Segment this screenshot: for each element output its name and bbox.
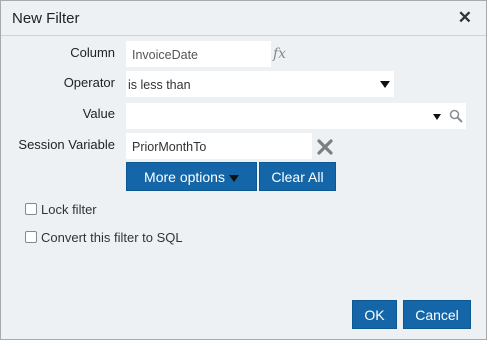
value-label: Value bbox=[82, 106, 115, 121]
value-field[interactable] bbox=[126, 103, 466, 129]
session-variable-field[interactable]: PriorMonthTo bbox=[126, 133, 312, 159]
operator-label: Operator bbox=[63, 75, 115, 90]
close-icon[interactable]: ✕ bbox=[458, 8, 472, 28]
chevron-down-icon bbox=[228, 174, 239, 182]
operator-select[interactable]: is less than bbox=[126, 71, 394, 97]
column-field[interactable]: InvoiceDate bbox=[126, 41, 271, 67]
session-variable-label: Session Variable bbox=[18, 137, 115, 152]
chevron-down-icon[interactable] bbox=[433, 114, 441, 120]
ok-button[interactable]: OK bbox=[352, 300, 397, 329]
dialog-titlebar: New Filter ✕ bbox=[1, 1, 486, 36]
operator-value: is less than bbox=[128, 78, 191, 92]
more-options-button[interactable]: More options bbox=[126, 162, 257, 191]
column-label: Column bbox=[70, 45, 115, 60]
new-filter-dialog: New Filter ✕ Column InvoiceDate fx Opera… bbox=[0, 0, 487, 340]
convert-sql-checkbox[interactable] bbox=[25, 231, 37, 243]
lock-filter-label: Lock filter bbox=[41, 202, 97, 217]
search-icon[interactable] bbox=[449, 109, 463, 123]
more-options-label: More options bbox=[144, 169, 225, 185]
convert-sql-label: Convert this filter to SQL bbox=[41, 230, 183, 245]
clear-all-button[interactable]: Clear All bbox=[259, 162, 336, 191]
dialog-title: New Filter bbox=[12, 10, 80, 27]
cancel-button[interactable]: Cancel bbox=[403, 300, 471, 329]
chevron-down-icon bbox=[380, 81, 390, 88]
clear-icon[interactable] bbox=[317, 139, 333, 155]
fx-icon[interactable]: fx bbox=[273, 46, 286, 62]
lock-filter-checkbox[interactable] bbox=[25, 203, 37, 215]
